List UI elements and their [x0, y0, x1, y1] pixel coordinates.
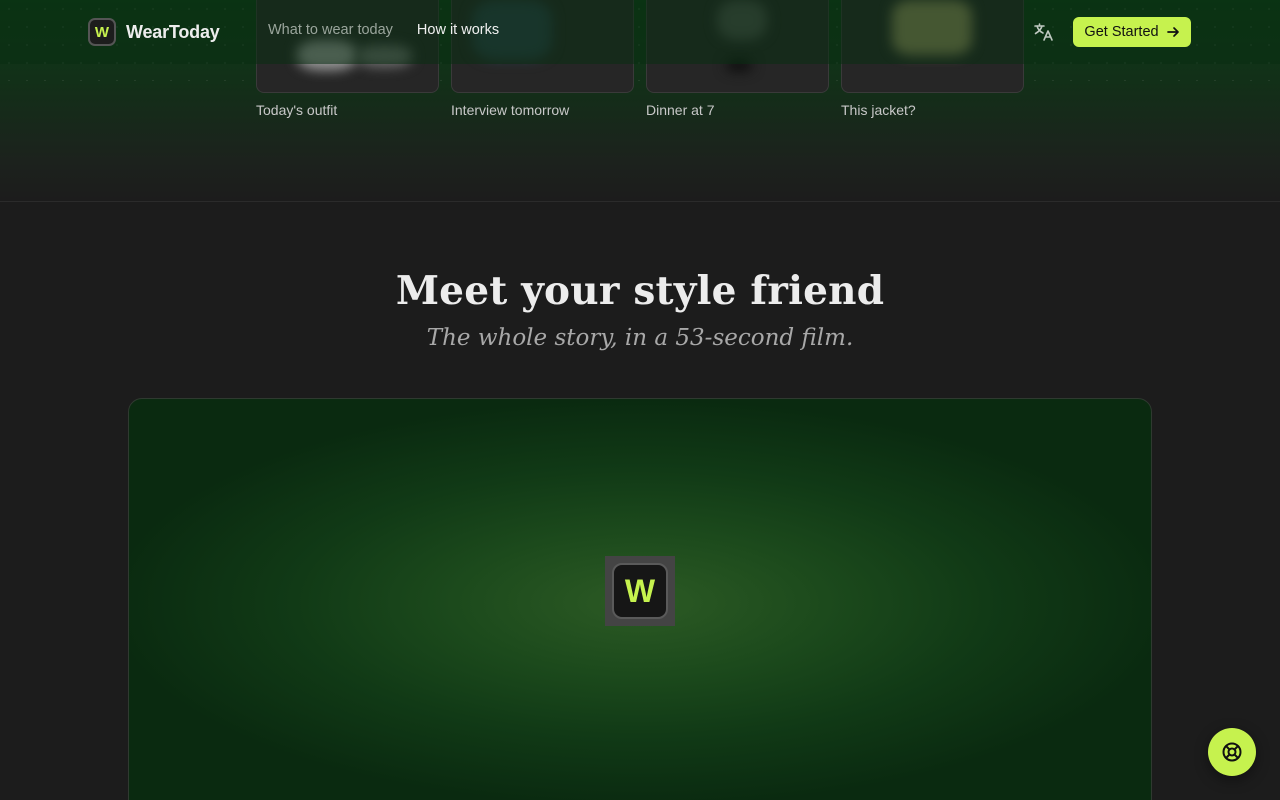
brand-link[interactable]: W WearToday — [88, 17, 220, 47]
video-logo-icon: W — [612, 563, 668, 619]
card-caption: This jacket? — [841, 102, 916, 118]
video-logo-frame: W — [605, 556, 675, 626]
nav-link-what-to-wear[interactable]: What to wear today — [268, 22, 393, 38]
help-button[interactable] — [1208, 728, 1256, 776]
card-caption: Dinner at 7 — [646, 102, 715, 118]
card-caption: Interview tomorrow — [451, 102, 570, 118]
main-nav: What to wear today How it works — [268, 22, 499, 38]
section-subtitle: The whole story, in a 53-second film. — [426, 325, 854, 351]
translate-icon — [1034, 23, 1053, 41]
get-started-button[interactable]: Get Started — [1073, 17, 1191, 47]
page: Today's outfit Interview tomorrow Dinner… — [0, 0, 1280, 800]
video-player[interactable]: W — [128, 398, 1152, 800]
translate-button[interactable] — [1033, 22, 1055, 42]
lifebuoy-icon — [1222, 742, 1242, 762]
card-caption: Today's outfit — [256, 102, 338, 118]
site-header: W WearToday What to wear today How it wo… — [0, 0, 1280, 64]
brand-name: WearToday — [126, 21, 220, 42]
section-title: Meet your style friend — [395, 268, 885, 314]
nav-link-how-it-works[interactable]: How it works — [417, 22, 499, 38]
section-divider — [0, 201, 1280, 202]
get-started-label: Get Started — [1084, 24, 1159, 40]
brand-logo-icon: W — [88, 18, 116, 46]
arrow-right-icon — [1166, 27, 1179, 37]
